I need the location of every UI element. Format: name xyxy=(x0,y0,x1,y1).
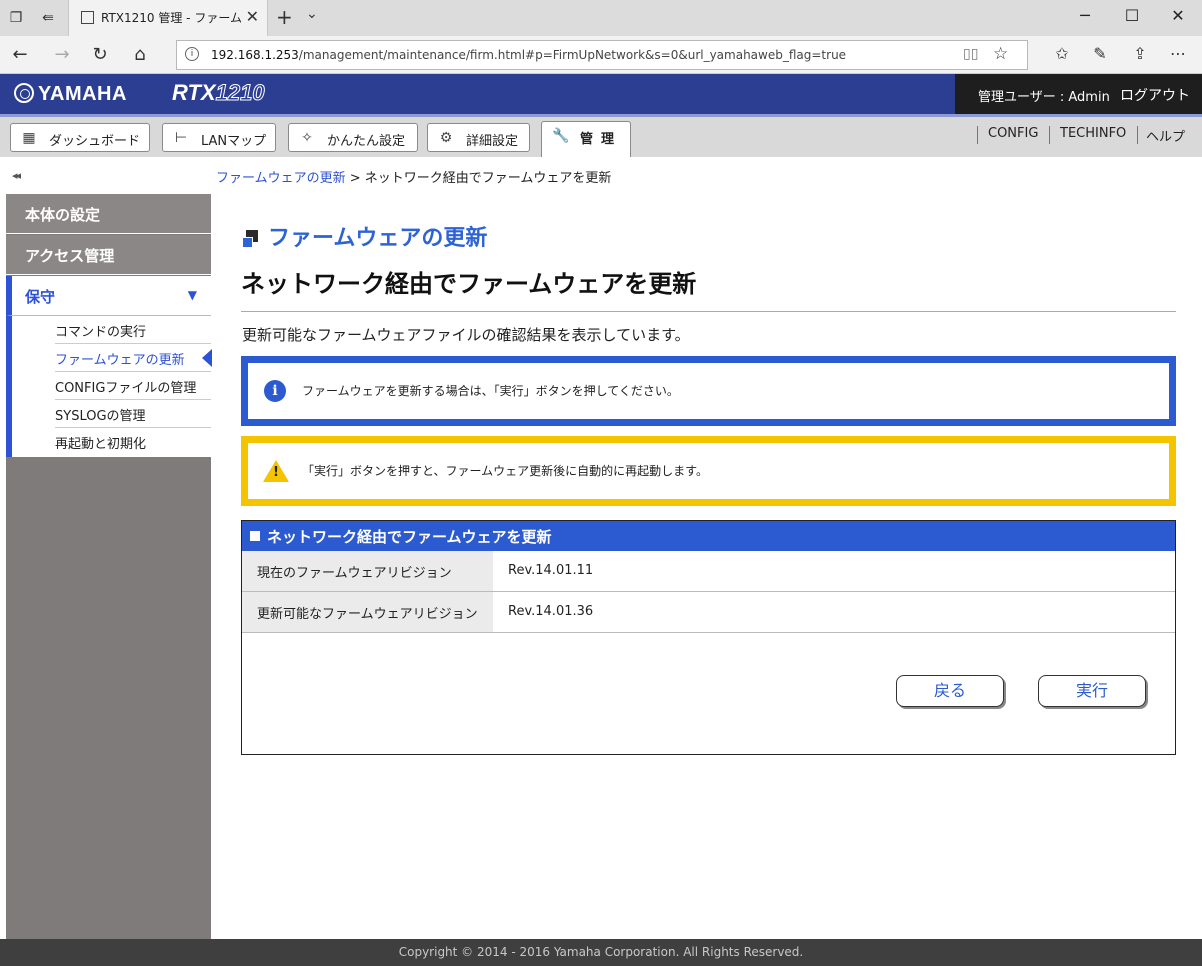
info-text: ファームウェアを更新する場合は、「実行」ボタンを押してください。 xyxy=(302,384,679,398)
page-favicon-icon xyxy=(81,11,94,24)
current-revision-value: Rev.14.01.11 xyxy=(508,563,594,578)
config-link[interactable]: CONFIG xyxy=(988,126,1038,141)
forward-icon[interactable]: → xyxy=(50,43,74,67)
close-tab-icon[interactable]: ✕ xyxy=(246,8,259,26)
gear-icon: ⚙ xyxy=(439,130,453,146)
favorites-list-icon[interactable]: ✩ xyxy=(1050,44,1074,63)
tab-overview-icon[interactable]: ❐ xyxy=(6,8,26,28)
new-tab-icon[interactable]: + xyxy=(276,5,293,29)
table-row: 更新可能なファームウェアリビジョン Rev.14.01.36 xyxy=(242,592,1175,633)
chevron-down-icon: ▼ xyxy=(187,288,197,302)
table-row: 現在のファームウェアリビジョン Rev.14.01.11 xyxy=(242,551,1175,592)
sidebar-item-config-file[interactable]: CONFIGファイルの管理 xyxy=(55,372,211,400)
back-button[interactable]: 戻る xyxy=(896,675,1004,707)
available-revision-value: Rev.14.01.36 xyxy=(508,604,594,619)
browser-tab[interactable]: RTX1210 管理 - ファームウ ✕ xyxy=(68,0,268,36)
warning-notice: ! 「実行」ボタンを押すと、ファームウェア更新後に自動的に再起動します。 xyxy=(241,436,1176,506)
reading-view-icon[interactable]: ▯▯ xyxy=(963,46,978,62)
wizard-icon: ✧ xyxy=(301,130,313,146)
browser-tab-bar: ❐ ⇚ RTX1210 管理 - ファームウ ✕ + ⌄ ─ ☐ ✕ xyxy=(0,0,1202,36)
lan-map-icon: ⊢ xyxy=(174,130,188,146)
pen-icon[interactable]: ✎ xyxy=(1088,44,1112,63)
nav-separator xyxy=(977,126,978,144)
help-link[interactable]: ヘルプ xyxy=(1146,126,1185,145)
user-box: 管理ユーザー : Admin ログアウト xyxy=(955,74,1202,114)
breadcrumb: ファームウェアの更新 > ネットワーク経由でファームウェアを更新 xyxy=(216,171,612,186)
admin-user-label: 管理ユーザー : Admin xyxy=(978,90,1110,105)
dashboard-icon: ▦ xyxy=(22,130,36,146)
logout-link[interactable]: ログアウト xyxy=(1120,85,1190,105)
section-title: ファームウェアの更新 xyxy=(242,220,487,252)
available-revision-label: 更新可能なファームウェアリビジョン xyxy=(242,592,493,632)
sidebar-submenu: コマンドの実行 ファームウェアの更新 CONFIGファイルの管理 SYSLOGの… xyxy=(6,316,212,457)
page-title: ネットワーク経由でファームウェアを更新 xyxy=(241,270,697,298)
url-text[interactable]: 192.168.1.253/management/maintenance/fir… xyxy=(211,48,846,62)
firmware-panel: ネットワーク経由でファームウェアを更新 現在のファームウェアリビジョン Rev.… xyxy=(241,520,1176,755)
tuning-fork-icon xyxy=(14,83,34,103)
panel-marker-icon xyxy=(250,531,260,541)
execute-button[interactable]: 実行 xyxy=(1038,675,1146,707)
panel-header: ネットワーク経由でファームウェアを更新 xyxy=(242,521,1175,551)
breadcrumb-link[interactable]: ファームウェアの更新 xyxy=(216,171,346,186)
tab-lan-map[interactable]: ⊢ LANマップ xyxy=(162,123,276,152)
tab-title: RTX1210 管理 - ファームウ xyxy=(101,11,241,25)
techinfo-link[interactable]: TECHINFO xyxy=(1060,126,1126,141)
tab-easy-setup[interactable]: ✧ かんたん設定 xyxy=(288,123,418,152)
page-description: 更新可能なファームウェアファイルの確認結果を表示しています。 xyxy=(242,326,690,344)
sidebar-section-label: 保守 xyxy=(25,288,56,306)
back-icon[interactable]: ← xyxy=(8,43,32,67)
sidebar-item-firmware-update[interactable]: ファームウェアの更新 xyxy=(55,344,212,372)
minimize-icon[interactable]: ─ xyxy=(1070,6,1100,25)
model-name: RTX1210 xyxy=(172,80,265,106)
info-notice: i ファームウェアを更新する場合は、「実行」ボタンを押してください。 xyxy=(241,356,1176,426)
tab-advanced-settings[interactable]: ⚙ 詳細設定 xyxy=(427,123,530,152)
chevron-down-icon[interactable]: ⌄ xyxy=(306,6,318,22)
set-aside-tabs-icon[interactable]: ⇚ xyxy=(38,8,58,28)
sidebar: ◂◂ 本体の設定 アクセス管理 保守 ▼ コマンドの実行 ファームウェアの更新 … xyxy=(6,157,212,939)
refresh-icon[interactable]: ↻ xyxy=(88,43,112,67)
warning-text: 「実行」ボタンを押すと、ファームウェア更新後に自動的に再起動します。 xyxy=(302,464,708,478)
wrench-icon: 🔧 xyxy=(552,128,570,144)
breadcrumb-current: ネットワーク経由でファームウェアを更新 xyxy=(364,171,612,186)
browser-address-bar: ← → ↻ ⌂ i 192.168.1.253/management/maint… xyxy=(0,36,1202,74)
share-icon[interactable]: ⇪ xyxy=(1128,44,1152,63)
collapse-sidebar-icon[interactable]: ◂◂ xyxy=(6,157,211,194)
footer-copyright: Copyright © 2014 - 2016 Yamaha Corporati… xyxy=(0,939,1202,966)
site-info-icon[interactable]: i xyxy=(185,47,199,61)
main-nav: ▦ ダッシュボード ⊢ LANマップ ✧ かんたん設定 ⚙ 詳細設定 🔧 管理 … xyxy=(0,117,1202,157)
nav-separator xyxy=(1049,126,1050,144)
sidebar-item-restart-reset[interactable]: 再起動と初期化 xyxy=(55,428,211,456)
url-input[interactable]: i 192.168.1.253/management/maintenance/f… xyxy=(176,40,1028,70)
warning-icon: ! xyxy=(263,460,289,482)
info-icon: i xyxy=(264,380,286,402)
title-divider xyxy=(241,311,1176,312)
close-window-icon[interactable]: ✕ xyxy=(1163,6,1193,25)
sidebar-section-device-settings[interactable]: 本体の設定 xyxy=(6,194,211,234)
section-marker-icon xyxy=(242,230,258,248)
sidebar-item-command-execution[interactable]: コマンドの実行 xyxy=(55,316,211,344)
more-icon[interactable]: ⋯ xyxy=(1166,44,1190,63)
yamaha-logo: YAMAHA xyxy=(14,83,127,106)
maximize-icon[interactable]: ☐ xyxy=(1117,6,1147,25)
sidebar-item-syslog[interactable]: SYSLOGの管理 xyxy=(55,400,211,428)
sidebar-section-maintenance[interactable]: 保守 ▼ xyxy=(6,276,211,316)
favorite-star-icon[interactable]: ☆ xyxy=(993,44,1008,64)
tab-dashboard[interactable]: ▦ ダッシュボード xyxy=(10,123,150,152)
app-header: YAMAHA RTX1210 管理ユーザー : Admin ログアウト xyxy=(0,74,1202,114)
tab-management[interactable]: 🔧 管理 xyxy=(541,121,631,157)
home-icon[interactable]: ⌂ xyxy=(128,43,152,67)
sidebar-section-access-management[interactable]: アクセス管理 xyxy=(6,235,211,275)
current-revision-label: 現在のファームウェアリビジョン xyxy=(242,551,493,591)
nav-separator xyxy=(1137,126,1138,144)
